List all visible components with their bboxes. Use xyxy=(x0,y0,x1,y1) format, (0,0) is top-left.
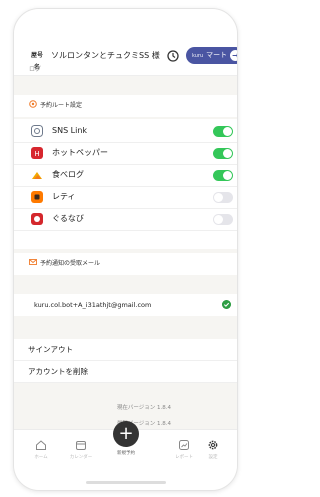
kuru-mart-label: マート xyxy=(206,51,228,59)
hotpepper-icon: H xyxy=(31,147,43,159)
route-row-sns-link: SNS Link xyxy=(14,121,237,143)
route-row-hotpepper: H ホットペッパー xyxy=(14,143,237,165)
route-row-retty: レティ xyxy=(14,187,237,209)
tabelog-toggle[interactable] xyxy=(213,170,233,181)
history-icon[interactable] xyxy=(166,49,180,63)
top-header: 屋号名 ソルロンタンとチュクミSS 様 ログ kuruマート → xyxy=(14,9,237,76)
reservation-routes-list: SNS Link H ホットペッパー 食べログ レティ ぐるなび xyxy=(14,119,237,249)
calendar-icon xyxy=(76,441,86,450)
route-label: ぐるなび xyxy=(52,214,84,223)
check-icon xyxy=(222,300,231,309)
route-label: ホットペッパー xyxy=(52,148,108,157)
sns-link-toggle[interactable] xyxy=(213,126,233,137)
route-row-tabelog: 食べログ xyxy=(14,165,237,187)
reservation-routes-header: 予約ルート設定 xyxy=(14,95,237,117)
tabelog-icon xyxy=(32,172,42,179)
scrolled-content-peek: ログ xyxy=(29,66,42,73)
current-version: 現在バージョン 1.8.4 xyxy=(14,403,237,411)
route-row-gurunavi: ぐるなび xyxy=(14,209,237,231)
tab-calendar-label: カレンダー xyxy=(69,455,93,460)
shop-name[interactable]: ソルロンタンとチュクミSS 様 xyxy=(51,50,160,62)
tab-report-label: レポート xyxy=(175,455,193,460)
report-icon xyxy=(179,440,189,450)
mail-icon xyxy=(29,259,37,265)
route-label: SNS Link xyxy=(52,126,88,135)
notification-email-header: 予約通知の受取メール xyxy=(14,253,237,275)
svg-text:H: H xyxy=(34,150,39,158)
new-reservation-button[interactable]: + 新規予約 xyxy=(110,421,142,456)
sns-link-icon xyxy=(31,125,43,137)
route-label: 食べログ xyxy=(52,170,84,179)
route-label: レティ xyxy=(52,192,76,201)
delete-account-label: アカウントを削除 xyxy=(28,367,88,376)
signout-row[interactable]: サインアウト xyxy=(14,339,237,361)
kuru-mart-button[interactable]: kuruマート → xyxy=(186,47,237,64)
gurunavi-icon xyxy=(31,213,43,225)
gurunavi-toggle[interactable] xyxy=(213,214,233,225)
tab-settings[interactable]: 設定 xyxy=(198,439,228,460)
hotpepper-toggle[interactable] xyxy=(213,148,233,159)
tab-calendar[interactable]: カレンダー xyxy=(66,439,96,460)
home-indicator xyxy=(86,481,166,484)
retty-toggle[interactable] xyxy=(213,192,233,203)
kuru-brand-label: kuru xyxy=(192,53,204,59)
tab-home-label: ホーム xyxy=(34,455,48,460)
home-icon xyxy=(36,440,46,450)
tab-report[interactable]: レポート xyxy=(169,439,199,460)
section-title: 予約通知の受取メール xyxy=(40,260,101,267)
gear-icon xyxy=(208,440,218,450)
section-title: 予約ルート設定 xyxy=(40,102,83,109)
retty-icon xyxy=(31,191,43,203)
signout-label: サインアウト xyxy=(28,345,73,354)
notification-email-row[interactable]: kuru.col.bot+A_i31athjt@gmail.com xyxy=(14,294,237,316)
route-settings-icon xyxy=(29,100,37,108)
current-version-text: 現在バージョン 1.8.4 xyxy=(116,405,171,411)
notification-email-address: kuru.col.bot+A_i31athjt@gmail.com xyxy=(34,301,152,309)
new-reservation-label: 新規予約 xyxy=(117,451,135,456)
shop-logo: 屋号名 xyxy=(30,52,43,71)
app-screen: 屋号名 ソルロンタンとチュクミSS 様 ログ kuruマート → 予約ルート設定… xyxy=(13,8,238,491)
plus-icon: + xyxy=(113,421,139,447)
arrow-right-icon: → xyxy=(230,50,237,61)
tab-home[interactable]: ホーム xyxy=(26,439,56,460)
delete-account-row[interactable]: アカウントを削除 xyxy=(14,361,237,383)
bottom-tab-bar: ホーム カレンダー + 新規予約 レポート 設定 xyxy=(14,421,237,490)
tab-settings-label: 設定 xyxy=(208,455,218,460)
